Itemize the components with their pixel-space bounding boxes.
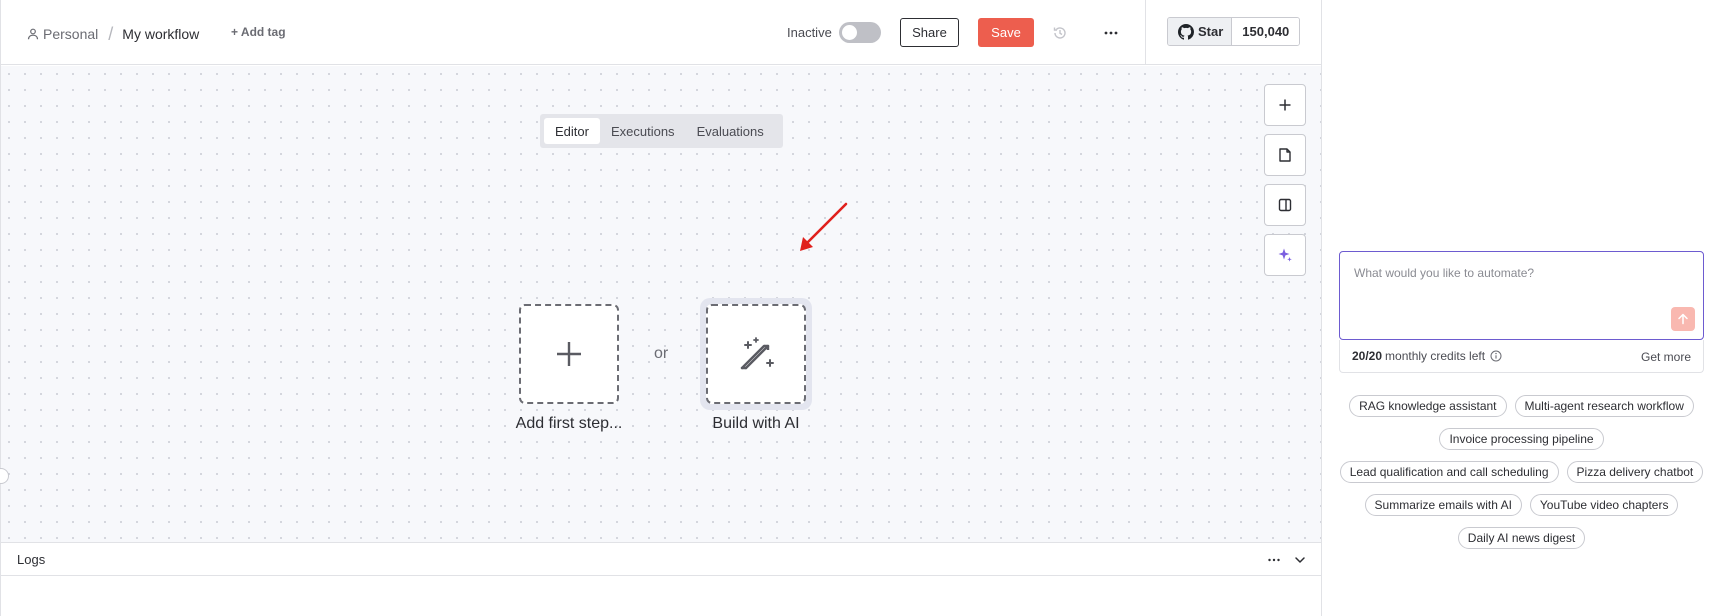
credits-row: 20/20 monthly credits left Get more	[1339, 340, 1704, 373]
sparkles-icon	[1278, 248, 1292, 262]
header-bar: Personal / My workflow + Add tag Inactiv…	[1, 0, 1322, 65]
add-sticky-note-button[interactable]	[1264, 134, 1306, 176]
github-star-button[interactable]: Star 150,040	[1167, 17, 1301, 46]
logs-title: Logs	[17, 552, 46, 567]
breadcrumb-separator: /	[108, 23, 114, 44]
credits-count: 20/20	[1352, 349, 1383, 363]
workflow-canvas[interactable]: Editor Executions Evaluations Add first …	[0, 66, 1322, 592]
ai-builder-panel: 20/20 monthly credits left Get more RAG …	[1321, 0, 1715, 616]
credits-text: monthly credits left	[1385, 349, 1486, 363]
get-more-link[interactable]: Get more	[1641, 350, 1691, 364]
active-toggle[interactable]	[839, 22, 881, 43]
share-button[interactable]: Share	[900, 18, 959, 47]
sticky-note-icon	[1279, 148, 1291, 162]
suggestion-chip[interactable]: Multi-agent research workflow	[1514, 395, 1694, 417]
github-star-count[interactable]: 150,040	[1232, 18, 1300, 45]
or-label: or	[654, 345, 669, 362]
workflow-editor: Personal / My workflow + Add tag Inactiv…	[0, 0, 1322, 616]
logs-header[interactable]: Logs	[1, 543, 1322, 576]
header-divider	[1145, 0, 1146, 65]
suggestion-chip[interactable]: Summarize emails with AI	[1364, 494, 1522, 516]
add-node-button[interactable]	[1264, 84, 1306, 126]
suggestion-chip[interactable]: Pizza delivery chatbot	[1566, 461, 1704, 483]
suggestion-chip[interactable]: Invoice processing pipeline	[1439, 428, 1604, 450]
history-icon[interactable]	[1052, 25, 1068, 41]
logs-panel: Logs	[1, 542, 1322, 616]
automation-prompt-input[interactable]	[1354, 266, 1654, 280]
toggle-panel-button[interactable]	[1264, 184, 1306, 226]
tab-evaluations[interactable]: Evaluations	[686, 118, 775, 144]
ellipsis-icon[interactable]	[1266, 553, 1282, 567]
active-status-label: Inactive	[787, 25, 832, 40]
plus-icon	[1279, 99, 1291, 111]
breadcrumb-project[interactable]: Personal	[43, 26, 98, 42]
github-icon	[1178, 23, 1194, 40]
info-icon[interactable]	[1490, 350, 1502, 362]
plus-icon	[557, 342, 581, 366]
breadcrumb: Personal / My workflow	[27, 24, 199, 44]
user-icon	[27, 28, 39, 40]
canvas-collapse-handle[interactable]	[0, 468, 9, 484]
add-tag-button[interactable]: + Add tag	[231, 25, 286, 39]
tab-editor[interactable]: Editor	[544, 118, 600, 144]
build-with-ai-node[interactable]	[706, 304, 806, 404]
github-star-text: Star	[1198, 24, 1224, 39]
credits-info: 20/20 monthly credits left	[1352, 349, 1502, 363]
prompt-box	[1339, 251, 1704, 340]
github-star-label[interactable]: Star	[1168, 18, 1233, 45]
save-button[interactable]: Save	[978, 18, 1034, 47]
arrow-up-icon	[1678, 313, 1688, 325]
annotation-arrow-icon	[800, 202, 848, 251]
ai-assistant-button[interactable]	[1264, 234, 1306, 276]
view-tabs: Editor Executions Evaluations	[540, 114, 783, 148]
send-prompt-button[interactable]	[1671, 307, 1695, 331]
tab-executions[interactable]: Executions	[600, 118, 686, 144]
build-with-ai-label: Build with AI	[712, 415, 800, 432]
suggestion-chip[interactable]: Daily AI news digest	[1457, 527, 1586, 549]
add-first-step-label: Add first step...	[515, 415, 623, 432]
suggestion-chip[interactable]: RAG knowledge assistant	[1349, 395, 1507, 417]
magic-wand-icon	[740, 337, 774, 370]
ellipsis-icon[interactable]	[1102, 25, 1120, 41]
suggestion-chips: RAG knowledge assistant Multi-agent rese…	[1339, 395, 1704, 549]
suggestion-chip[interactable]: YouTube video chapters	[1529, 494, 1679, 516]
toggle-knob	[842, 25, 857, 40]
panel-icon	[1278, 198, 1292, 212]
add-first-step-node[interactable]	[519, 304, 619, 404]
workflow-name[interactable]: My workflow	[122, 26, 199, 42]
suggestion-chip[interactable]: Lead qualification and call scheduling	[1339, 461, 1559, 483]
chevron-down-icon[interactable]	[1293, 553, 1307, 567]
